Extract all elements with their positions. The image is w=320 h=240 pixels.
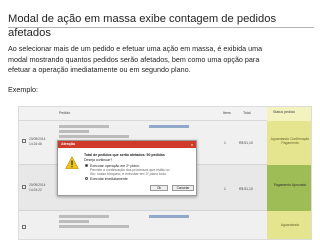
description-line: modal mostrando quantos pedidos serão af… — [8, 54, 260, 64]
option-immediate-label: Executar imediatamente — [90, 176, 128, 181]
header-status[interactable]: Status pedido — [273, 110, 303, 114]
option-background-label: Executar operação em 2º plano. — [90, 163, 140, 168]
description-line: Ao selecionar mais de um pedido e efetua… — [8, 44, 263, 53]
dialog-title: Atenção — [61, 142, 76, 147]
radio-background[interactable] — [85, 164, 88, 167]
ok-button[interactable]: Ok — [150, 185, 168, 191]
radio-immediate[interactable] — [85, 177, 88, 180]
affected-count-text: Total de pedidos que serão afetados: 50 … — [84, 153, 165, 157]
description-line: efetuar a operação imediatamente ou em s… — [8, 65, 191, 74]
slide-description: Ao selecionar mais de um pedido e efetua… — [8, 44, 308, 76]
dialog-titlebar: Atenção x — [58, 141, 196, 148]
warning-icon — [65, 156, 79, 169]
cancel-button[interactable]: Cancelar — [172, 185, 194, 191]
close-icon[interactable]: x — [191, 142, 193, 147]
example-label: Exemplo: — [8, 85, 38, 94]
slide-title: Modal de ação em massa exibe contagem de… — [8, 12, 314, 39]
header-pedido[interactable]: Pedido — [59, 111, 70, 115]
header-status-cell: Status pedido — [267, 107, 311, 121]
option-background-note: Sis: nosso bloqueio, e executar em 2º pl… — [90, 172, 167, 176]
orders-screenshot: Pedido Itens Total Status pedido 20/09/2… — [18, 106, 312, 240]
confirm-question: Deseja continuar? — [84, 158, 113, 162]
header-itens[interactable]: Itens — [223, 111, 231, 115]
bulk-action-dialog: Atenção x Total de pedidos que serão afe… — [57, 140, 197, 196]
grid-header: Pedido Itens Total Status pedido — [19, 107, 311, 121]
header-total[interactable]: Total — [243, 111, 251, 115]
